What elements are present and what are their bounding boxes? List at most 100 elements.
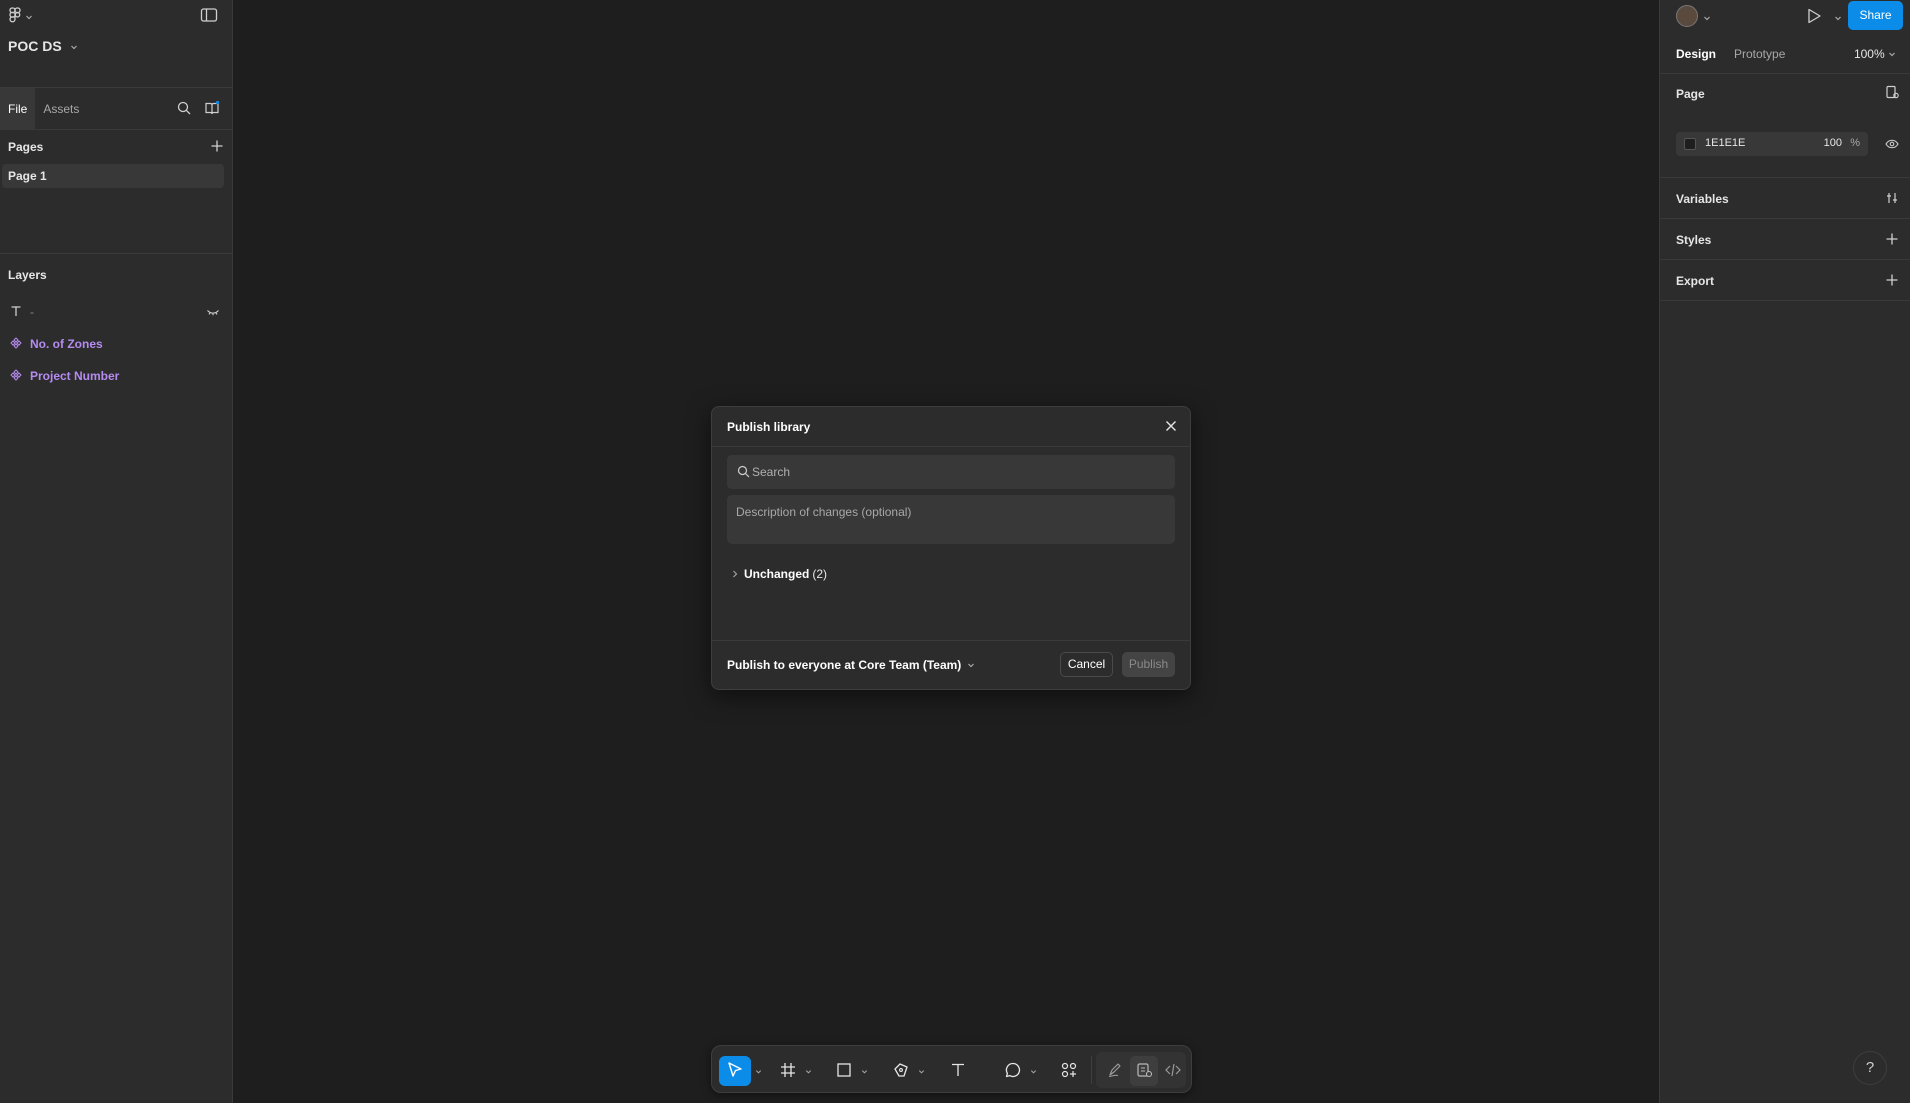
rectangle-icon — [835, 1061, 853, 1082]
chevron-down-icon — [70, 38, 78, 54]
add-page-icon[interactable] — [210, 139, 224, 156]
publish-target-label: Publish to everyone at Core Team (Team) — [727, 658, 962, 672]
frame-tool-menu[interactable] — [803, 1056, 813, 1086]
color-swatch[interactable] — [1684, 138, 1696, 150]
styles-title: Styles — [1676, 233, 1712, 247]
move-tool-button[interactable] — [719, 1056, 751, 1086]
layer-label: No. of Zones — [30, 337, 103, 351]
description-field[interactable] — [727, 495, 1175, 544]
chevron-down-icon — [755, 1069, 761, 1074]
dev-mode-button[interactable] — [1159, 1056, 1187, 1086]
right-panel: Share Design Prototype 100% Page 1E1E1E … — [1659, 0, 1910, 1103]
chevron-down-icon[interactable] — [1834, 10, 1842, 25]
right-panel-header: Share — [1660, 0, 1910, 32]
move-tool-menu[interactable] — [753, 1056, 763, 1086]
comment-icon — [1004, 1061, 1022, 1082]
library-icon[interactable] — [204, 100, 220, 119]
unchanged-group-toggle[interactable]: Unchanged (2) — [732, 567, 827, 581]
layers-header: Layers — [0, 254, 232, 296]
page-fill-field[interactable]: 1E1E1E 100 % — [1676, 132, 1868, 156]
design-mode-icon — [1135, 1061, 1153, 1082]
add-export-icon[interactable] — [1885, 273, 1899, 290]
file-name-dropdown[interactable]: POC DS — [8, 38, 78, 54]
share-button[interactable]: Share — [1848, 1, 1903, 30]
code-icon — [1164, 1061, 1182, 1082]
pages-header: Pages — [0, 130, 232, 164]
add-style-icon[interactable] — [1885, 232, 1899, 249]
search-input[interactable] — [752, 462, 1162, 482]
layer-label: - — [30, 305, 34, 319]
pages-title: Pages — [8, 140, 44, 154]
page-item[interactable]: Page 1 — [2, 164, 224, 188]
eye-icon[interactable] — [1885, 138, 1899, 153]
layer-label: Project Number — [30, 369, 120, 383]
styles-section: Styles — [1660, 219, 1910, 260]
tab-file[interactable]: File — [0, 87, 36, 130]
pen-tool-menu[interactable] — [916, 1056, 926, 1086]
page-section-title: Page — [1676, 87, 1705, 101]
unchanged-count: (2) — [812, 567, 828, 581]
comment-tool-menu[interactable] — [1028, 1056, 1038, 1086]
layer-row[interactable]: Project Number — [0, 360, 232, 392]
publish-button[interactable]: Publish — [1122, 652, 1175, 677]
search-icon[interactable] — [176, 100, 192, 119]
search-icon — [737, 465, 750, 481]
comment-tool-button[interactable] — [999, 1056, 1027, 1086]
actions-button[interactable] — [1055, 1056, 1083, 1086]
present-play-icon[interactable] — [1806, 7, 1822, 28]
hidden-eye-icon[interactable] — [206, 306, 220, 320]
layers-section: Layers - No. of Zones Project Number — [0, 254, 232, 392]
zoom-dropdown[interactable]: 100% — [1854, 47, 1896, 61]
frame-tool-button[interactable] — [774, 1056, 802, 1086]
chevron-down-icon — [805, 1069, 811, 1074]
fill-hex-value[interactable]: 1E1E1E — [1705, 137, 1745, 149]
bottom-toolbar — [711, 1045, 1192, 1093]
main-menu-button[interactable] — [8, 7, 33, 26]
toggle-sidebar-button[interactable] — [200, 7, 218, 26]
layer-row[interactable]: No. of Zones — [0, 328, 232, 360]
avatar[interactable] — [1676, 5, 1698, 27]
tab-prototype[interactable]: Prototype — [1726, 44, 1793, 64]
opacity-unit: % — [1850, 137, 1860, 149]
fill-opacity-value[interactable]: 100 — [1824, 137, 1842, 149]
help-button[interactable]: ? — [1853, 1051, 1887, 1085]
left-panel: POC DS File Assets Pages Page 1 Layers -… — [0, 0, 233, 1103]
export-section: Export — [1660, 260, 1910, 301]
dialog-header: Publish library — [712, 407, 1190, 447]
close-icon[interactable] — [1164, 419, 1178, 436]
chevron-down-icon — [1889, 52, 1895, 57]
component-icon — [10, 368, 22, 384]
cursor-icon — [726, 1061, 744, 1082]
sidebar-icon — [200, 8, 218, 26]
shape-tool-menu[interactable] — [859, 1056, 869, 1086]
chevron-down-icon — [968, 663, 975, 668]
text-tool-button[interactable] — [944, 1056, 972, 1086]
draw-mode-button[interactable] — [1101, 1056, 1129, 1086]
export-title: Export — [1676, 274, 1715, 288]
actions-icon — [1060, 1061, 1078, 1082]
figma-logo-icon — [8, 7, 22, 26]
frame-icon — [779, 1061, 797, 1082]
layer-row[interactable]: - — [0, 296, 232, 328]
dialog-title: Publish library — [727, 420, 811, 434]
tab-design[interactable]: Design — [1668, 44, 1724, 64]
variables-section: Variables — [1660, 178, 1910, 219]
design-mode-button[interactable] — [1130, 1056, 1158, 1086]
pen-tool-button[interactable] — [887, 1056, 915, 1086]
cancel-button[interactable]: Cancel — [1060, 652, 1113, 677]
pages-section: Pages Page 1 — [0, 130, 232, 254]
layers-title: Layers — [8, 268, 47, 282]
page-settings-icon[interactable] — [1885, 85, 1899, 102]
draw-pencil-icon — [1106, 1061, 1124, 1082]
text-layer-icon — [10, 305, 22, 320]
chevron-down-icon[interactable] — [1703, 10, 1711, 25]
page-section: Page 1E1E1E 100 % — [1660, 74, 1910, 178]
tab-assets[interactable]: Assets — [35, 88, 87, 130]
text-icon — [949, 1061, 967, 1082]
file-name: POC DS — [8, 38, 62, 54]
shape-tool-button[interactable] — [830, 1056, 858, 1086]
variables-icon[interactable] — [1885, 191, 1899, 208]
publish-target-dropdown[interactable]: Publish to everyone at Core Team (Team) — [727, 658, 975, 672]
component-icon — [10, 336, 22, 352]
variables-title: Variables — [1676, 192, 1729, 206]
